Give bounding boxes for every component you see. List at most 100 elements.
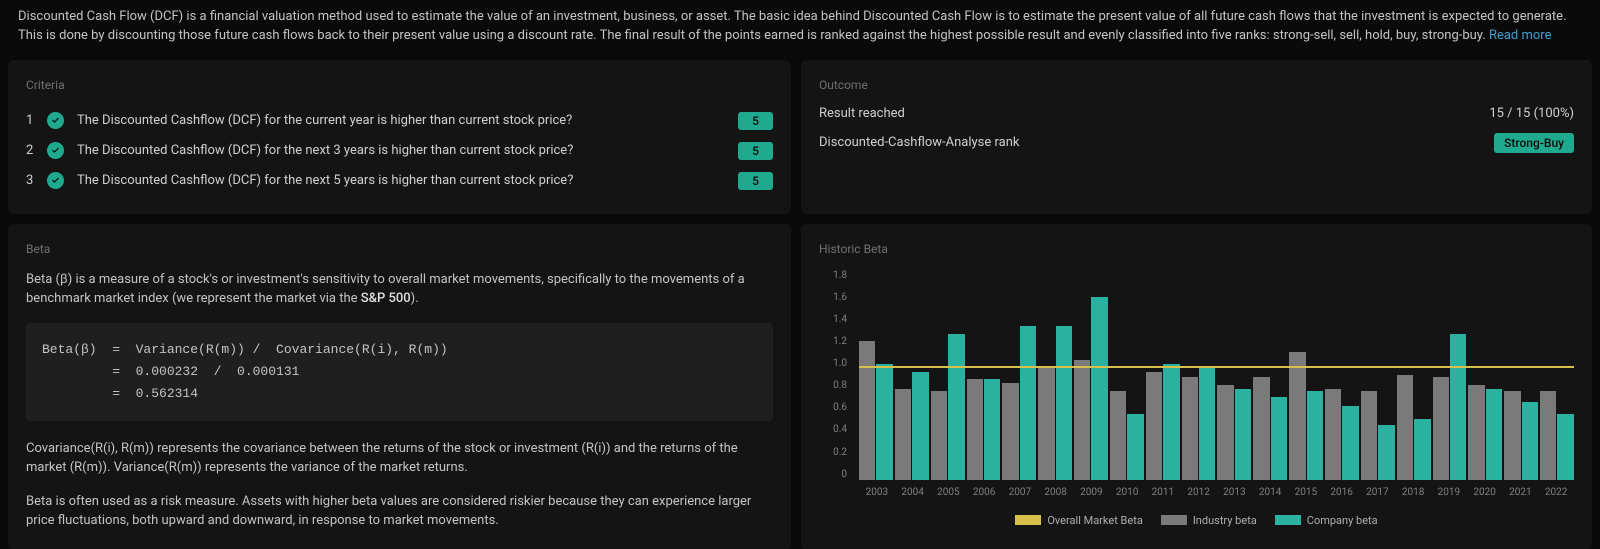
x-tick-label: 2005 <box>931 487 967 498</box>
x-tick-label: 2014 <box>1252 487 1288 498</box>
read-more-link[interactable]: Read more <box>1489 28 1552 43</box>
legend-industry: Industry beta <box>1161 514 1257 527</box>
bar-group <box>859 275 893 480</box>
criteria-score-badge: 5 <box>738 112 773 130</box>
x-tick-label: 2022 <box>1538 487 1574 498</box>
company-bar <box>1450 334 1466 480</box>
x-tick-label: 2009 <box>1074 487 1110 498</box>
baseline-overall-market <box>859 366 1574 368</box>
bar-group <box>1146 275 1180 480</box>
industry-bar <box>1361 391 1377 480</box>
company-bar <box>1378 425 1394 480</box>
check-icon <box>47 142 64 159</box>
y-tick-label: 1.8 <box>819 270 847 281</box>
strong-buy-badge: Strong-Buy <box>1494 133 1574 153</box>
bar-group <box>1397 275 1431 480</box>
company-bar <box>1414 419 1430 479</box>
y-tick-label: 1.4 <box>819 314 847 325</box>
industry-bar <box>1504 391 1520 480</box>
x-tick-label: 2019 <box>1431 487 1467 498</box>
criteria-number: 3 <box>26 173 34 188</box>
company-bar <box>984 379 1000 479</box>
beta-title: Beta <box>26 242 773 256</box>
bar-group <box>1038 275 1072 480</box>
industry-bar <box>1468 385 1484 480</box>
y-tick-label: 1.0 <box>819 358 847 369</box>
bar-group <box>1325 275 1359 480</box>
bar-group <box>931 275 965 480</box>
industry-bar <box>895 389 911 480</box>
x-tick-label: 2013 <box>1217 487 1253 498</box>
y-tick-label: 0 <box>819 469 847 480</box>
bar-group <box>1504 275 1538 480</box>
company-bar <box>1163 364 1179 480</box>
bar-group <box>1253 275 1287 480</box>
x-tick-label: 2017 <box>1360 487 1396 498</box>
industry-bar <box>967 379 983 479</box>
x-tick-label: 2011 <box>1145 487 1181 498</box>
company-bar <box>912 372 928 480</box>
chart-legend: Overall Market Beta Industry beta Compan… <box>819 514 1574 527</box>
outcome-rank-label: Discounted-Cashflow-Analyse rank <box>819 135 1019 150</box>
legend-company: Company beta <box>1275 514 1378 527</box>
bar-group <box>1002 275 1036 480</box>
bar-group <box>1217 275 1251 480</box>
x-tick-label: 2012 <box>1181 487 1217 498</box>
criteria-number: 2 <box>26 143 34 158</box>
company-bar <box>1557 414 1573 480</box>
bar-group <box>1540 275 1574 480</box>
x-tick-label: 2015 <box>1288 487 1324 498</box>
x-tick-label: 2008 <box>1038 487 1074 498</box>
outcome-result-label: Result reached <box>819 106 905 121</box>
company-bar <box>1091 297 1107 479</box>
y-tick-label: 0.2 <box>819 447 847 458</box>
outcome-panel: Outcome Result reached 15 / 15 (100%) Di… <box>801 60 1592 214</box>
x-tick-label: 2020 <box>1467 487 1503 498</box>
beta-paragraph-1: Beta (β) is a measure of a stock's or in… <box>26 270 773 309</box>
criteria-row: 1The Discounted Cashflow (DCF) for the c… <box>26 106 773 136</box>
bar-group <box>1182 275 1216 480</box>
beta-chart: 1.81.61.41.21.00.80.60.40.20 20032004200… <box>819 270 1574 510</box>
industry-bar <box>1217 385 1233 480</box>
beta-panel: Beta Beta (β) is a measure of a stock's … <box>8 224 791 549</box>
x-tick-label: 2004 <box>895 487 931 498</box>
company-bar <box>1522 402 1538 479</box>
intro-text: Discounted Cash Flow (DCF) is a financia… <box>18 9 1566 43</box>
industry-bar <box>931 391 947 480</box>
bar-group <box>1110 275 1144 480</box>
y-tick-label: 1.6 <box>819 292 847 303</box>
industry-bar <box>1182 377 1198 480</box>
y-tick-label: 0.4 <box>819 424 847 435</box>
bar-group <box>895 275 929 480</box>
company-bar <box>1127 414 1143 480</box>
industry-bar <box>1433 377 1449 480</box>
bar-group <box>1361 275 1395 480</box>
x-tick-label: 2021 <box>1503 487 1539 498</box>
company-bar <box>948 334 964 480</box>
bar-group <box>1074 275 1108 480</box>
criteria-label: The Discounted Cashflow (DCF) for the ne… <box>77 143 725 158</box>
x-tick-label: 2010 <box>1109 487 1145 498</box>
intro-paragraph: Discounted Cash Flow (DCF) is a financia… <box>0 0 1600 60</box>
criteria-label: The Discounted Cashflow (DCF) for the cu… <box>77 113 725 128</box>
company-bar <box>1307 391 1323 480</box>
criteria-score-badge: 5 <box>738 172 773 190</box>
check-icon <box>47 112 64 129</box>
beta-paragraph-3: Beta is often used as a risk measure. As… <box>26 492 773 531</box>
x-tick-label: 2007 <box>1002 487 1038 498</box>
company-bar <box>1271 397 1287 480</box>
historic-beta-panel: Historic Beta 1.81.61.41.21.00.80.60.40.… <box>801 224 1592 549</box>
industry-bar <box>1146 372 1162 480</box>
y-tick-label: 0.8 <box>819 380 847 391</box>
x-tick-label: 2006 <box>966 487 1002 498</box>
bar-group <box>1433 275 1467 480</box>
outcome-result-value: 15 / 15 (100%) <box>1489 106 1574 121</box>
criteria-score-badge: 5 <box>738 142 773 160</box>
industry-bar <box>1110 391 1126 480</box>
criteria-row: 3The Discounted Cashflow (DCF) for the n… <box>26 166 773 196</box>
company-bar <box>1486 389 1502 480</box>
company-bar <box>1235 389 1251 480</box>
industry-bar <box>1038 366 1054 480</box>
x-tick-label: 2018 <box>1395 487 1431 498</box>
bar-group <box>1468 275 1502 480</box>
